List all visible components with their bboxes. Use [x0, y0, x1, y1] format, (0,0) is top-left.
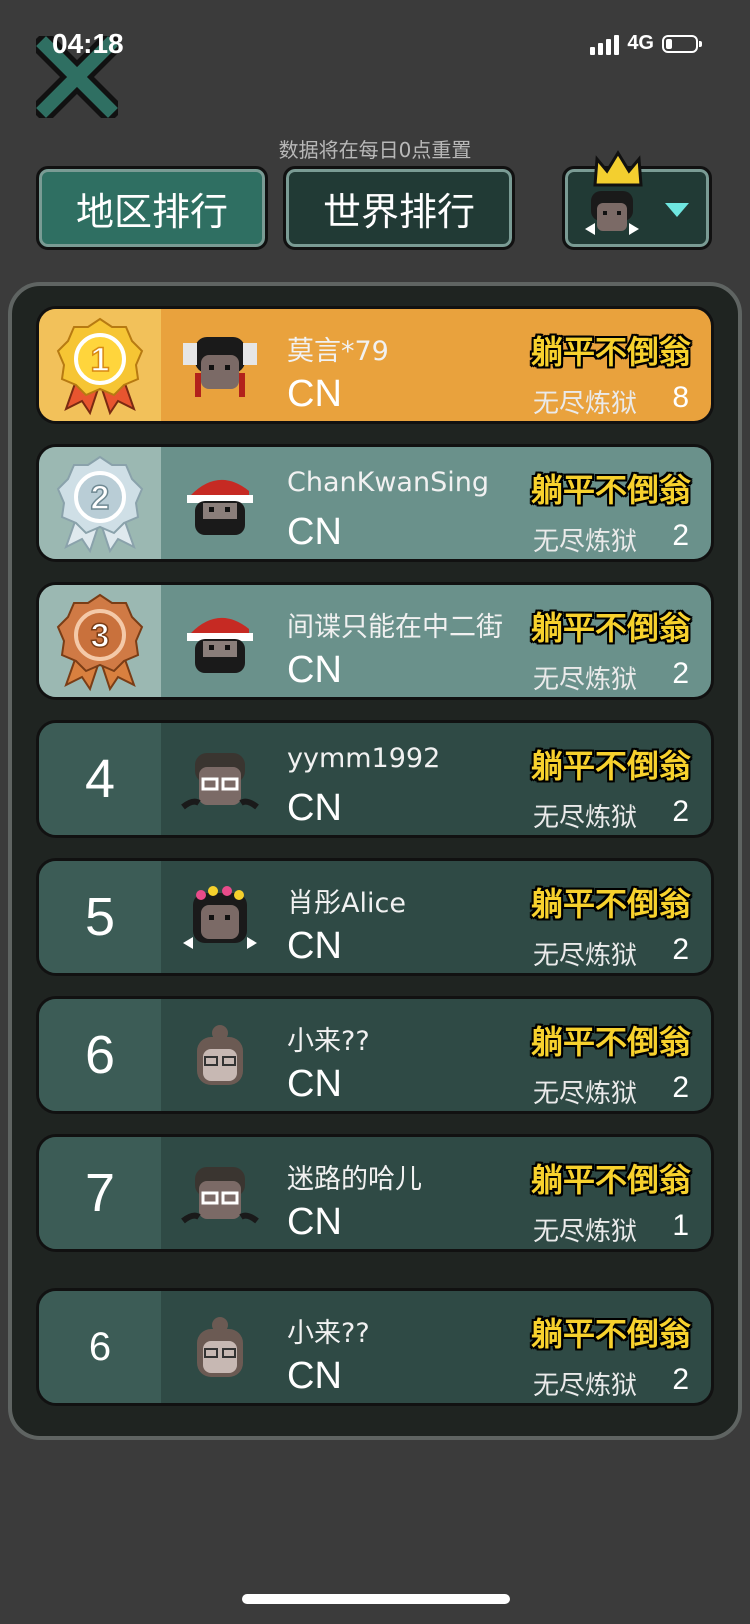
player-name: 肖彤Alice [287, 888, 406, 919]
game-mode: 无尽炼狱 [532, 527, 637, 557]
player-score: 2 [672, 795, 689, 828]
player-avatar [187, 479, 253, 535]
player-avatar [197, 1025, 243, 1085]
player-avatar [197, 1317, 243, 1377]
ranking-row-5[interactable]: 5 肖彤Alice CN 躺平不倒翁 无尽炼狱 2 [36, 858, 714, 976]
crown-icon [593, 150, 643, 187]
player-country: CN [287, 787, 342, 829]
my-ranking-row[interactable]: 6 小来?? CN 躺平不倒翁 无尽炼狱 2 [36, 1288, 714, 1406]
player-avatar [183, 337, 257, 397]
avatar-icon [585, 191, 639, 235]
player-avatar [183, 886, 257, 949]
player-country: CN [287, 373, 342, 415]
tab-region-ranking[interactable]: 地区排行 [36, 166, 268, 250]
game-mode: 无尽炼狱 [532, 803, 637, 833]
rank-number: 4 [84, 749, 116, 809]
rank-number: 7 [84, 1163, 116, 1223]
player-country: CN [287, 649, 342, 691]
game-mode: 无尽炼狱 [532, 941, 637, 971]
rank-badge: 1 [39, 309, 161, 421]
player-country: CN [287, 925, 342, 967]
game-mode: 无尽炼狱 [532, 389, 637, 419]
game-mode: 无尽炼狱 [532, 1079, 637, 1109]
game-mode: 无尽炼狱 [532, 1371, 637, 1401]
home-indicator[interactable] [242, 1594, 510, 1604]
ranking-row-2[interactable]: 2 ChanKwanSing CN 躺平不倒翁 无尽炼狱 2 [36, 444, 714, 562]
rank-number: 2 [91, 479, 110, 517]
player-title: 躺平不倒翁 [530, 1161, 691, 1199]
rank-number: 6 [84, 1025, 116, 1085]
rank-badge: 7 [39, 1137, 161, 1249]
rank-number: 6 [88, 1324, 112, 1369]
rank-badge: 4 [39, 723, 161, 835]
player-name: ChanKwanSing [287, 467, 489, 498]
network-label: 4G [627, 32, 654, 54]
player-name: 间谍只能在中二街 [287, 612, 503, 643]
status-time: 04:18 [52, 28, 124, 59]
leaderboard-screen: 04:18 4G 数据将在每日0点重置 地区排行 世界排行 1 莫言*79 CN… [0, 0, 750, 1624]
rank-number: 5 [84, 887, 116, 947]
player-name: 小来?? [287, 1026, 370, 1057]
player-title: 躺平不倒翁 [530, 1315, 691, 1353]
game-mode: 无尽炼狱 [532, 665, 637, 695]
bronze-medal-icon: 3 [56, 593, 144, 692]
player-country: CN [287, 1063, 342, 1105]
status-icons: 4G [590, 32, 702, 55]
player-title: 躺平不倒翁 [530, 747, 691, 785]
player-name: 小来?? [287, 1318, 370, 1349]
player-score: 2 [672, 657, 689, 690]
player-name: 莫言*79 [287, 336, 389, 367]
rank-badge: 5 [39, 861, 161, 973]
player-score: 2 [672, 933, 689, 966]
player-score: 1 [672, 1209, 689, 1242]
player-title: 躺平不倒翁 [530, 471, 691, 509]
player-country: CN [287, 511, 342, 553]
avatar-filter-dropdown[interactable] [562, 150, 712, 250]
player-avatar [181, 753, 259, 810]
player-avatar [181, 1167, 259, 1224]
player-title: 躺平不倒翁 [530, 333, 691, 371]
rank-number: 1 [91, 341, 110, 379]
player-avatar [187, 617, 253, 673]
chevron-down-icon [665, 203, 689, 217]
ranking-row-1[interactable]: 1 莫言*79 CN 躺平不倒翁 无尽炼狱 8 [36, 306, 714, 424]
ranking-row-7[interactable]: 7 迷路的哈儿 CN 躺平不倒翁 无尽炼狱 1 [36, 1134, 714, 1252]
rank-badge: 3 [39, 585, 161, 697]
player-name: yymm1992 [287, 743, 441, 774]
rank-badge: 6 [39, 999, 161, 1111]
player-country: CN [287, 1201, 342, 1243]
ranking-row-6[interactable]: 6 小来?? CN 躺平不倒翁 无尽炼狱 2 [36, 996, 714, 1114]
ranking-row-4[interactable]: 4 yymm1992 CN 躺平不倒翁 无尽炼狱 2 [36, 720, 714, 838]
ranking-row-3[interactable]: 3 间谍只能在中二街 CN 躺平不倒翁 无尽炼狱 2 [36, 582, 714, 700]
silver-medal-icon: 2 [56, 455, 144, 554]
player-name: 迷路的哈儿 [287, 1164, 422, 1195]
player-score: 8 [672, 381, 689, 414]
player-score: 2 [672, 1363, 689, 1396]
rank-number: 3 [91, 617, 110, 655]
game-mode: 无尽炼狱 [532, 1217, 637, 1247]
player-country: CN [287, 1355, 342, 1397]
player-score: 2 [672, 519, 689, 552]
player-title: 躺平不倒翁 [530, 1023, 691, 1061]
player-title: 躺平不倒翁 [530, 609, 691, 647]
player-title: 躺平不倒翁 [530, 885, 691, 923]
tab-world-ranking[interactable]: 世界排行 [283, 166, 515, 250]
gold-medal-icon: 1 [56, 317, 144, 416]
signal-icon [590, 33, 620, 55]
player-score: 2 [672, 1071, 689, 1104]
rank-badge: 6 [39, 1291, 161, 1403]
battery-icon [662, 34, 702, 53]
rank-badge: 2 [39, 447, 161, 559]
